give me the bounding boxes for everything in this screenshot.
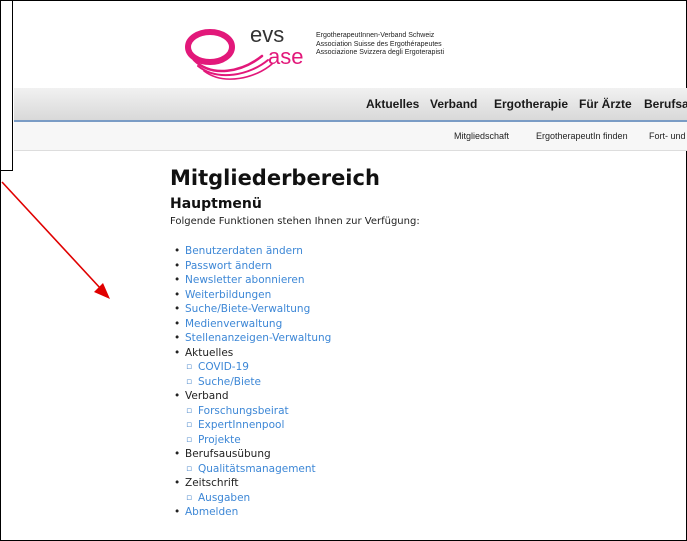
left-margin-box <box>0 0 13 171</box>
logo-brand-bottom: ase <box>268 44 303 69</box>
menu-item-weiterbildungen[interactable]: Weiterbildungen <box>170 288 670 303</box>
menu-item-medienverwaltung[interactable]: Medienverwaltung <box>170 317 670 332</box>
menu-item-suche-biete[interactable]: Suche/Biete <box>170 375 670 390</box>
menu-item-abmelden[interactable]: Abmelden <box>170 505 670 520</box>
menu-group-zeitschrift: Zeitschrift <box>170 476 670 491</box>
sub-navigation: Mitgliedschaft ErgotherapeutIn finden Fo… <box>14 122 687 151</box>
menu-item-projekte[interactable]: Projekte <box>170 433 670 448</box>
member-area-content: Mitgliederbereich Hauptmenü Folgende Fun… <box>170 166 670 520</box>
logo-line: Associazione Svizzera degli Ergoterapist… <box>316 49 445 57</box>
menu-item-stellenanzeigen[interactable]: Stellenanzeigen-Verwaltung <box>170 331 670 346</box>
nav-verband[interactable]: Verband <box>430 97 477 111</box>
menu-item-ausgaben[interactable]: Ausgaben <box>170 491 670 506</box>
logo-line: ErgotherapeutInnen-Verband Schweiz <box>316 32 435 39</box>
page-subtitle: Hauptmenü <box>170 196 262 212</box>
menu-item-benutzerdaten[interactable]: Benutzerdaten ändern <box>170 244 670 259</box>
nav-fuer-aerzte[interactable]: Für Ärzte <box>579 97 632 111</box>
menu-item-covid-19[interactable]: COVID-19 <box>170 360 670 375</box>
menu-item-qualitaetsmanagement[interactable]: Qualitätsmanagement <box>170 462 670 477</box>
menu-group-berufsausuebung: Berufsausübung <box>170 447 670 462</box>
subnav-mitgliedschaft[interactable]: Mitgliedschaft <box>454 131 509 141</box>
menu-item-passwort[interactable]: Passwort ändern <box>170 259 670 274</box>
menu-item-suche-biete-verwaltung[interactable]: Suche/Biete-Verwaltung <box>170 302 670 317</box>
menu-group-aktuelles: Aktuelles <box>170 346 670 361</box>
member-menu: Benutzerdaten ändern Passwort ändern New… <box>170 244 670 520</box>
subnav-ergotherapeutin-finden[interactable]: ErgotherapeutIn finden <box>536 131 628 141</box>
menu-group-verband: Verband <box>170 389 670 404</box>
subnav-fort-und-weiterbildung[interactable]: Fort- und <box>649 131 686 141</box>
intro-text: Folgende Funktionen stehen Ihnen zur Ver… <box>170 216 420 227</box>
menu-item-newsletter[interactable]: Newsletter abonnieren <box>170 273 670 288</box>
logo-association-text: ErgotherapeutInnen-Verband Schweiz Assoc… <box>316 32 444 58</box>
page-title: Mitgliederbereich <box>170 166 380 190</box>
menu-item-expertinnenpool[interactable]: ExpertInnenpool <box>170 418 670 433</box>
main-navigation: Aktuelles Verband Ergotherapie Für Ärzte… <box>14 88 687 121</box>
menu-item-forschungsbeirat[interactable]: Forschungsbeirat <box>170 404 670 419</box>
nav-ergotherapie[interactable]: Ergotherapie <box>494 97 568 111</box>
nav-berufsausuebung[interactable]: Berufsau <box>644 97 687 111</box>
nav-aktuelles[interactable]: Aktuelles <box>366 97 419 111</box>
logo-line: Association Suisse des Ergothérapeutes <box>316 40 442 48</box>
